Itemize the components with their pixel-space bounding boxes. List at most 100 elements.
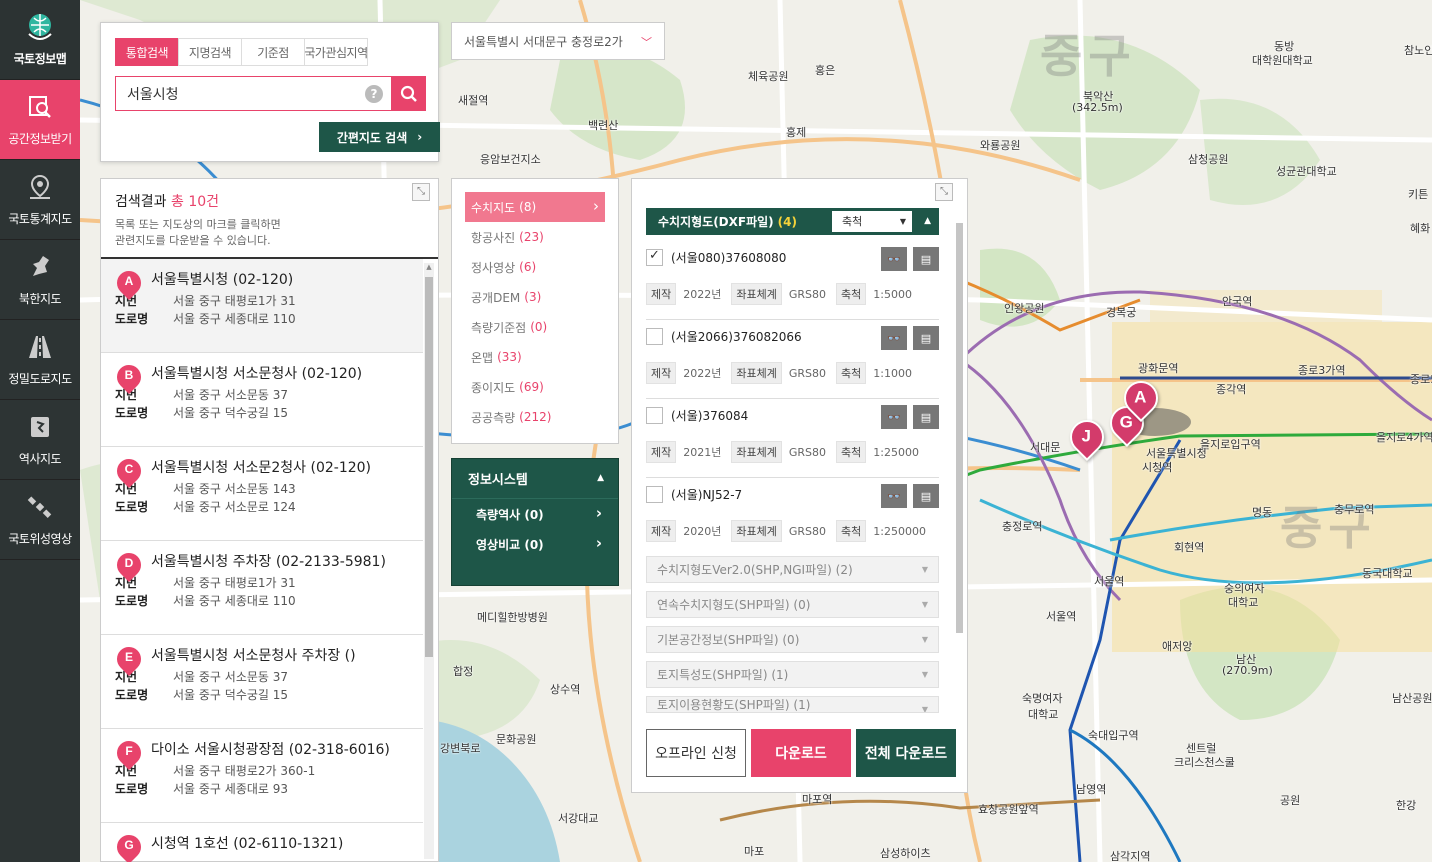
map-label: 삼청공원: [1188, 153, 1229, 166]
preview-glasses-icon[interactable]: 👓: [881, 326, 907, 350]
category-aerial-photo[interactable]: 항공사진 (23): [465, 222, 605, 252]
accordion-digital-map-v2[interactable]: 수치지형도Ver2.0(SHP,NGI파일) (2): [646, 556, 939, 583]
nav-item-spatial-download[interactable]: 공간정보받기: [0, 80, 80, 160]
scrollbar-thumb[interactable]: [425, 277, 433, 657]
tab-integrated-search[interactable]: 통합검색: [115, 38, 179, 66]
download-list: (서울080)37608080 👓 ▤ 제작2022년 좌표체계GRS80 축척…: [646, 241, 939, 557]
offline-request-button[interactable]: 오프라인 신청: [646, 729, 746, 777]
map-label: 남영역: [1076, 783, 1107, 796]
expand-icon[interactable]: ⤡: [935, 183, 953, 201]
result-marker-icon: D: [112, 548, 146, 583]
map-label: 충정로역: [1002, 520, 1043, 533]
preview-glasses-icon[interactable]: 👓: [881, 247, 907, 271]
accordion-land-use[interactable]: 토지이용현황도(SHP파일) (1): [646, 696, 939, 713]
preview-glasses-icon[interactable]: 👓: [881, 484, 907, 508]
nav-item-national-map[interactable]: 국토정보맵: [0, 0, 80, 80]
map-label: 안국역: [1222, 295, 1253, 308]
results-scrollbar[interactable]: ▲: [424, 263, 434, 859]
scrollbar-thumb[interactable]: [956, 223, 963, 633]
list-item[interactable]: G 시청역 1호선 (02-6110-1321): [101, 823, 423, 862]
map-label: 숙대입구역: [1088, 729, 1139, 742]
lot-address: 서울 중구 태평로2가 360-1: [173, 764, 316, 778]
info-system-item-image-compare[interactable]: 영상비교 (0): [452, 529, 618, 559]
result-name: 서울특별시청 주차장 (02-2133-5981): [151, 554, 386, 570]
list-item[interactable]: A 서울특별시청 (02-120) 지번 서울 중구 태평로1가 31 도로명 서울…: [101, 259, 423, 353]
download-item: (서울080)37608080 👓 ▤ 제작2022년 좌표체계GRS80 축척…: [646, 241, 939, 320]
info-system-header[interactable]: 정보시스템 ▲: [452, 459, 618, 499]
tab-national-interest-area[interactable]: 국가관심지역: [304, 38, 368, 66]
nav-item-north-korea-map[interactable]: 북한지도: [0, 240, 80, 320]
accordion-continuous-digital-map[interactable]: 연속수치지형도(SHP파일) (0): [646, 591, 939, 618]
chevron-down-icon: ﹀: [641, 36, 652, 49]
lot-address: 서울 중구 태평로1가 31: [173, 294, 296, 308]
nav-item-stat-map[interactable]: 국토통계지도: [0, 160, 80, 240]
scroll-up-icon[interactable]: ▲: [424, 263, 434, 273]
chevron-right-icon: ›: [417, 130, 423, 144]
download-button[interactable]: 다운로드: [751, 729, 851, 777]
category-digital-map[interactable]: 수치지도 (8): [465, 192, 605, 222]
scale-select[interactable]: 축척: [832, 211, 912, 232]
map-label: 회현역: [1174, 541, 1205, 554]
map-label: 충무로역: [1334, 503, 1375, 516]
road-address: 서울 중구 서소문로 124: [173, 500, 296, 514]
accordion-basic-spatial-info[interactable]: 기본공간정보(SHP파일) (0): [646, 626, 939, 653]
road-label: 도로명: [115, 782, 149, 796]
nav-item-satellite-imagery[interactable]: 국토위성영상: [0, 480, 80, 560]
help-icon[interactable]: ?: [365, 85, 383, 103]
nav-item-precise-road-map[interactable]: 정밀도로지도: [0, 320, 80, 400]
result-name: 서울특별시청 서소문2청사 (02-120): [151, 460, 371, 476]
results-count: 총 10건: [170, 194, 220, 210]
download-checkbox[interactable]: [646, 486, 663, 503]
caret-up-icon: ▲: [597, 473, 604, 483]
road-label: 도로명: [115, 500, 149, 514]
nav-label: 역사지도: [18, 452, 62, 466]
download-checkbox[interactable]: [646, 248, 663, 266]
map-label: 종각역: [1216, 383, 1247, 396]
category-ortho-image[interactable]: 정사영상 (6): [465, 252, 605, 282]
simple-map-search-button[interactable]: 간편지도 검색 ›: [319, 122, 440, 152]
list-item[interactable]: C 서울특별시청 서소문2청사 (02-120) 지번 서울 중구 서소문동 14…: [101, 447, 423, 541]
clipboard-icon[interactable]: ▤: [913, 484, 939, 508]
result-name: 서울특별시청 서소문청사 (02-120): [151, 366, 363, 382]
tab-control-point[interactable]: 기준점: [241, 38, 305, 66]
lot-address: 서울 중구 서소문동 37: [173, 388, 289, 402]
clipboard-icon[interactable]: ▤: [913, 247, 939, 271]
download-item: (서울2066)376082066 👓 ▤ 제작 2022년 좌표체계 GRS80 …: [646, 320, 939, 399]
preview-glasses-icon[interactable]: 👓: [881, 405, 907, 429]
expand-icon[interactable]: ⤡: [412, 183, 430, 201]
map-label: 을지로입구역: [1200, 438, 1261, 451]
list-item[interactable]: B 서울특별시청 서소문청사 (02-120) 지번 서울 중구 서소문동 37 …: [101, 353, 423, 447]
map-label: 참노인: [1404, 44, 1432, 57]
download-panel: ⤡ 수치지형도(DXF파일) (4) 축척 ▲ (서울080)37608080 …: [631, 178, 968, 793]
download-item-name: (서울2066)376082066: [671, 330, 802, 344]
category-onmap[interactable]: 온맵 (33): [465, 342, 605, 372]
category-paper-map[interactable]: 종이지도 (69): [465, 372, 605, 402]
category-public-dem[interactable]: 공개DEM (3): [465, 282, 605, 312]
download-scrollbar[interactable]: [955, 209, 964, 709]
lot-address: 서울 중구 태평로1가 31: [173, 576, 296, 590]
address-dropdown[interactable]: 서울특별시 서대문구 충정로2가 ﹀: [451, 22, 665, 60]
map-label: 한강: [1396, 799, 1417, 812]
search-input[interactable]: [127, 85, 357, 102]
road-address: 서울 중구 세종대로 93: [173, 782, 289, 796]
list-item[interactable]: E 서울특별시청 서소문청사 주차장 () 지번 서울 중구 서소문동 37 도로…: [101, 635, 423, 729]
download-item-name: (서울)NJ52-7: [671, 488, 743, 502]
download-checkbox[interactable]: [646, 328, 663, 345]
category-public-survey[interactable]: 공공측량 (212): [465, 402, 605, 432]
download-all-button[interactable]: 전체 다운로드: [856, 729, 956, 777]
download-section-header[interactable]: 수치지형도(DXF파일) (4) 축척 ▲: [646, 208, 939, 235]
list-item[interactable]: F 다이소 서울시청광장점 (02-318-6016) 지번 서울 중구 태평로2…: [101, 729, 423, 823]
list-item[interactable]: D 서울특별시청 주차장 (02-2133-5981) 지번 서울 중구 태평로1…: [101, 541, 423, 635]
search-button[interactable]: [391, 76, 426, 111]
map-label: 문화공원: [496, 733, 537, 746]
map-label: 키튼: [1408, 188, 1429, 201]
nav-item-history-map[interactable]: 역사지도: [0, 400, 80, 480]
tab-place-name-search[interactable]: 지명검색: [178, 38, 242, 66]
download-checkbox[interactable]: [646, 407, 663, 424]
download-item-meta: 제작 2022년 좌표체계 GRS80 축척 1:5000: [646, 283, 922, 305]
info-system-item-survey-history[interactable]: 측량역사 (0): [452, 499, 618, 529]
clipboard-icon[interactable]: ▤: [913, 405, 939, 429]
accordion-land-characteristics[interactable]: 토지특성도(SHP파일) (1): [646, 661, 939, 688]
clipboard-icon[interactable]: ▤: [913, 326, 939, 350]
category-survey-control-point[interactable]: 측량기준점 (0): [465, 312, 605, 342]
